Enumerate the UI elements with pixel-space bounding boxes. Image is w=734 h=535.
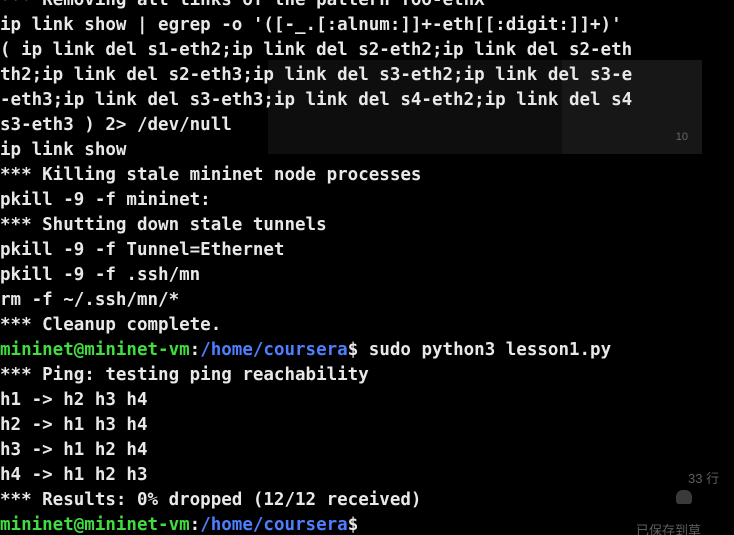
prompt-user-host: mininet@mininet-vm: [0, 515, 190, 535]
output-line: h4 -> h1 h2 h3: [0, 465, 148, 485]
terminal-window[interactable]: 10 33 行 已保存到草 *** Removing all links of …: [0, 0, 734, 535]
output-line: ip link show | egrep -o '([-_.[:alnum:]]…: [0, 15, 622, 35]
output-line: pkill -9 -f mininet:: [0, 190, 211, 210]
output-line: *** Removing all links of the pattern fo…: [0, 0, 485, 10]
shell-prompt-line[interactable]: mininet@mininet-vm:/home/coursera$: [0, 513, 734, 535]
output-line: h2 -> h1 h3 h4: [0, 415, 148, 435]
output-line: th2;ip link del s2-eth3;ip link del s3-e…: [0, 65, 633, 85]
prompt-colon: :: [189, 515, 201, 535]
output-line: *** Cleanup complete.: [0, 315, 222, 335]
output-line: h1 -> h2 h3 h4: [0, 390, 148, 410]
output-line: h3 -> h1 h2 h4: [0, 440, 148, 460]
output-line: *** Shutting down stale tunnels: [0, 215, 327, 235]
text-cursor: [358, 514, 368, 533]
output-line: pkill -9 -f .ssh/mn: [0, 265, 201, 285]
prompt-colon: :: [189, 340, 201, 360]
shell-prompt-line: mininet@mininet-vm:/home/coursera$ sudo …: [0, 338, 734, 363]
output-line: ( ip link del s1-eth2;ip link del s2-eth…: [0, 40, 633, 60]
output-line: pkill -9 -f Tunnel=Ethernet: [0, 240, 285, 260]
output-line: *** Results: 0% dropped (12/12 received): [0, 490, 422, 510]
prompt-dollar: $: [347, 340, 359, 360]
output-line: *** Ping: testing ping reachability: [0, 365, 369, 385]
prompt-path: /home/coursera: [200, 515, 348, 535]
terminal-output[interactable]: *** Removing all links of the pattern fo…: [0, 0, 734, 535]
output-line: s3-eth3 ) 2> /dev/null: [0, 115, 232, 135]
command-text: sudo python3 lesson1.py: [358, 340, 612, 360]
output-line: rm -f ~/.ssh/mn/*: [0, 290, 180, 310]
prompt-path: /home/coursera: [200, 340, 348, 360]
prompt-dollar: $: [347, 515, 359, 535]
output-line: -eth3;ip link del s3-eth3;ip link del s4…: [0, 90, 633, 110]
output-line: ip link show: [0, 140, 127, 160]
prompt-user-host: mininet@mininet-vm: [0, 340, 190, 360]
output-line: *** Killing stale mininet node processes: [0, 165, 422, 185]
